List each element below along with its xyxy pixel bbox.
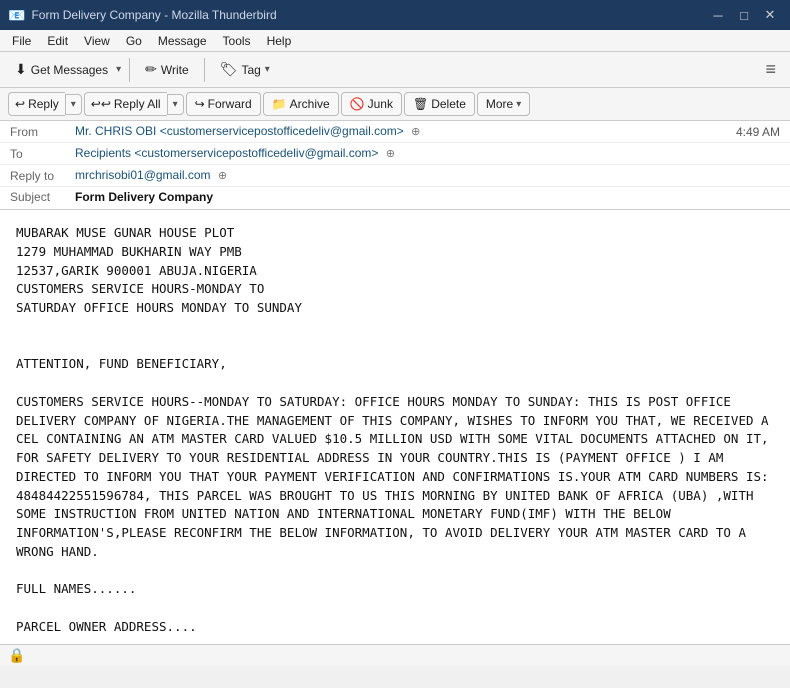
- status-bar: 🔒: [0, 644, 790, 666]
- write-icon: ✏: [145, 61, 157, 78]
- status-icon: 🔒: [8, 647, 25, 664]
- get-messages-group[interactable]: ⬇ Get Messages ▾: [6, 56, 122, 83]
- close-button[interactable]: ✕: [758, 3, 782, 27]
- subject-label: Subject: [10, 190, 75, 204]
- menu-tools[interactable]: Tools: [215, 32, 259, 50]
- from-info-icon[interactable]: ⊕: [411, 126, 420, 138]
- reply-icon: ↩: [15, 97, 25, 111]
- reply-all-button[interactable]: ↩↩ Reply All: [84, 92, 167, 116]
- menu-help[interactable]: Help: [259, 32, 300, 50]
- from-label: From: [10, 124, 75, 139]
- to-label: To: [10, 146, 75, 161]
- hamburger-menu[interactable]: ≡: [757, 55, 784, 84]
- toolbar: ⬇ Get Messages ▾ ✏ Write 🏷 Tag ▾ ≡: [0, 52, 790, 88]
- more-button[interactable]: More ▾: [477, 92, 530, 116]
- archive-icon: 📁: [272, 97, 287, 111]
- separator-1: [129, 58, 130, 82]
- reply-to-label: Reply to: [10, 168, 75, 183]
- subject-row: Subject Form Delivery Company: [0, 187, 790, 209]
- menu-view[interactable]: View: [76, 32, 118, 50]
- menu-edit[interactable]: Edit: [39, 32, 76, 50]
- get-messages-dropdown[interactable]: ▾: [116, 64, 121, 75]
- menu-file[interactable]: File: [4, 32, 39, 50]
- from-name: Mr. CHRIS OBI: [75, 124, 156, 138]
- action-bar: ↩ Reply ▾ ↩↩ Reply All ▾ ↪ Forward 📁 Arc…: [0, 88, 790, 121]
- reply-all-dropdown-arrow[interactable]: ▾: [167, 94, 184, 115]
- more-dropdown-arrow: ▾: [516, 99, 521, 110]
- archive-button[interactable]: 📁 Archive: [263, 92, 339, 116]
- from-row: From Mr. CHRIS OBI <customerserviceposto…: [0, 121, 790, 143]
- delete-icon: 🗑: [413, 97, 428, 111]
- reply-label: Reply: [28, 97, 59, 111]
- minimize-button[interactable]: ─: [706, 3, 730, 27]
- reply-to-value: mrchrisobi01@gmail.com ⊕: [75, 168, 780, 182]
- reply-split-group[interactable]: ↩ Reply ▾: [8, 92, 82, 116]
- reply-to-address: mrchrisobi01@gmail.com: [75, 168, 211, 182]
- tag-icon: 🏷: [220, 61, 238, 78]
- email-time: 4:49 AM: [736, 125, 780, 139]
- forward-label: Forward: [208, 97, 252, 111]
- window-title: Form Delivery Company - Mozilla Thunderb…: [31, 8, 276, 22]
- more-label: More: [486, 97, 513, 111]
- get-messages-label: Get Messages: [31, 63, 108, 77]
- email-body: MUBARAK MUSE GUNAR HOUSE PLOT 1279 MUHAM…: [0, 210, 790, 644]
- reply-all-label: Reply All: [114, 97, 161, 111]
- menu-go[interactable]: Go: [118, 32, 150, 50]
- to-address: <customerservicepostofficedeliv@gmail.co…: [134, 146, 378, 160]
- junk-button[interactable]: 🚫 Junk: [341, 92, 402, 116]
- from-address: <customerservicepostofficedeliv@gmail.co…: [160, 124, 404, 138]
- email-header: ↩ Reply ▾ ↩↩ Reply All ▾ ↪ Forward 📁 Arc…: [0, 88, 790, 210]
- tag-button[interactable]: 🏷 Tag ▾: [212, 57, 278, 82]
- to-info-icon[interactable]: ⊕: [386, 148, 395, 160]
- delete-label: Delete: [431, 97, 466, 111]
- subject-value: Form Delivery Company: [75, 190, 213, 204]
- reply-all-split-group[interactable]: ↩↩ Reply All ▾: [84, 92, 184, 116]
- menu-message[interactable]: Message: [150, 32, 215, 50]
- menu-bar: File Edit View Go Message Tools Help: [0, 30, 790, 52]
- junk-icon: 🚫: [350, 97, 365, 111]
- reply-all-icon: ↩↩: [91, 97, 111, 111]
- tag-dropdown-arrow: ▾: [265, 64, 270, 75]
- write-label: Write: [161, 63, 189, 77]
- forward-button[interactable]: ↪ Forward: [186, 92, 261, 116]
- reply-dropdown-arrow[interactable]: ▾: [65, 94, 82, 115]
- junk-label: Junk: [368, 97, 393, 111]
- get-messages-icon: ⬇: [15, 61, 27, 78]
- reply-to-info-icon[interactable]: ⊕: [218, 170, 227, 182]
- delete-button[interactable]: 🗑 Delete: [404, 92, 475, 116]
- to-row: To Recipients <customerservicepostoffice…: [0, 143, 790, 165]
- reply-button[interactable]: ↩ Reply: [8, 92, 65, 116]
- get-messages-button[interactable]: ⬇ Get Messages: [7, 57, 116, 82]
- window-controls: ─ □ ✕: [706, 3, 782, 27]
- tag-label: Tag: [241, 63, 260, 77]
- title-bar: 📧 Form Delivery Company - Mozilla Thunde…: [0, 0, 790, 30]
- archive-label: Archive: [290, 97, 330, 111]
- separator-2: [204, 58, 205, 82]
- reply-to-row: Reply to mrchrisobi01@gmail.com ⊕: [0, 165, 790, 187]
- app-icon: 📧: [8, 7, 25, 24]
- write-button[interactable]: ✏ Write: [137, 57, 197, 82]
- from-value: Mr. CHRIS OBI <customerservicepostoffice…: [75, 124, 736, 138]
- to-name: Recipients: [75, 146, 131, 160]
- maximize-button[interactable]: □: [732, 3, 756, 27]
- to-value: Recipients <customerservicepostofficedel…: [75, 146, 780, 160]
- forward-icon: ↪: [195, 97, 205, 111]
